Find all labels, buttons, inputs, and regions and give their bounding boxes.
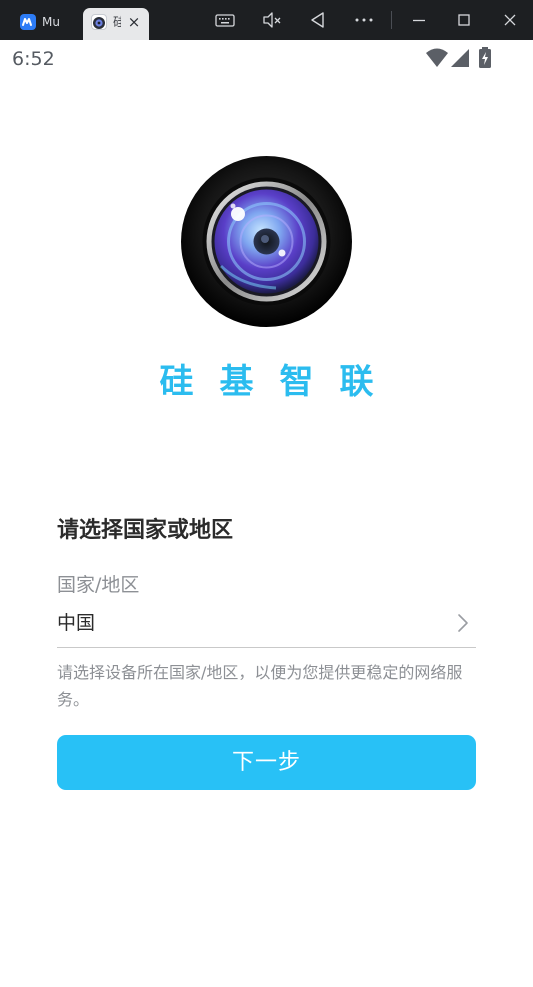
app-name: 硅基智联 (159, 362, 400, 402)
tab-close-icon[interactable]: × (127, 12, 141, 32)
cellular-signal-icon (450, 47, 470, 73)
battery-charging-icon (478, 47, 492, 73)
close-icon[interactable] (500, 10, 520, 30)
back-icon[interactable] (308, 10, 328, 30)
emulator-title-bar: Mu 硅 × (0, 0, 533, 40)
status-bar: 6:52 (0, 40, 533, 78)
app-screen: Mu 硅 × 6:52 硅基智联 请选择国家或地区 国家/地区 中国 请选择设备… (0, 0, 533, 987)
page-title: 请选择国家或地区 (57, 518, 234, 543)
status-time: 6:52 (12, 48, 55, 70)
next-button[interactable]: 下一步 (57, 735, 476, 790)
selected-country: 中国 (57, 612, 96, 634)
more-icon[interactable] (354, 10, 374, 30)
maximize-icon[interactable] (454, 10, 474, 30)
emulator-tab-app[interactable]: 硅 × (83, 8, 149, 40)
emulator-tab-mumu[interactable]: Mu (12, 8, 78, 40)
camera-lens-logo (181, 156, 352, 327)
tab-label: 硅 (113, 15, 121, 29)
toolbar-divider (391, 11, 392, 29)
camera-app-icon (91, 14, 107, 30)
region-hint-text: 请选择设备所在国家/地区，以便为您提供更稳定的网络服务。 (57, 663, 463, 709)
wifi-icon (425, 47, 449, 73)
country-field-label: 国家/地区 (57, 574, 140, 596)
mumu-logo-icon (20, 14, 36, 30)
keyboard-icon[interactable] (215, 10, 235, 30)
country-selector[interactable]: 中国 (57, 604, 476, 648)
minimize-icon[interactable] (409, 10, 429, 30)
chevron-right-icon (456, 612, 470, 634)
mute-icon[interactable] (262, 10, 282, 30)
tab-label: Mu (42, 15, 60, 29)
